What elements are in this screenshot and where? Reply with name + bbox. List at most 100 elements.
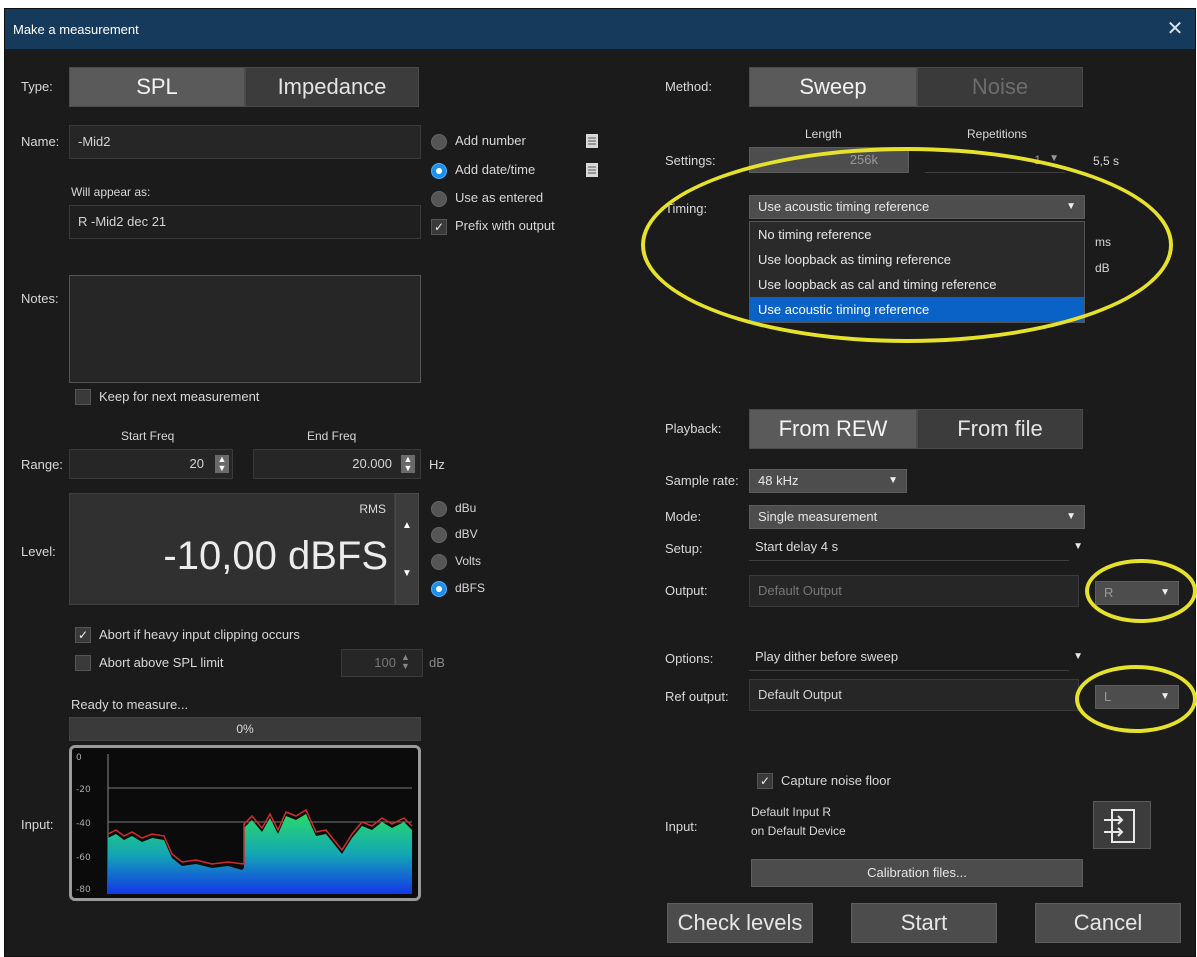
repetitions-select[interactable]: 1 ▼ (925, 147, 1065, 173)
add-datetime-radio[interactable] (431, 163, 447, 179)
add-number-radio[interactable] (431, 134, 447, 150)
will-appear-value: R -Mid2 dec 21 (69, 205, 421, 239)
length-dropdown[interactable]: 256k (749, 147, 909, 173)
chevron-down-icon: ▼ (1073, 651, 1083, 662)
unit-dbfs-radio[interactable] (431, 581, 447, 597)
add-number-label: Add number (455, 133, 526, 148)
input-switch-icon (1104, 809, 1135, 843)
method-sweep-button[interactable]: Sweep (749, 67, 917, 107)
level-display[interactable]: RMS -10,00 dBFS (69, 493, 395, 605)
input-select-button[interactable] (1093, 801, 1151, 849)
level-down-icon[interactable]: ▼ (402, 568, 412, 579)
timing-label: Timing: (665, 201, 708, 216)
repetitions-label: Repetitions (967, 127, 1028, 141)
meter-tick: -60 (76, 853, 91, 863)
name-input[interactable]: -Mid2 (69, 125, 421, 159)
duration-text: 5,5 s (1093, 154, 1120, 168)
chevron-down-icon: ▼ (1073, 541, 1083, 552)
start-button[interactable]: Start (851, 903, 997, 943)
ref-output-channel-dropdown[interactable]: L ▼ (1095, 685, 1179, 709)
prefix-output-label: Prefix with output (455, 218, 555, 233)
setup-label: Setup: (665, 541, 703, 556)
setup-select[interactable]: Start delay 4 s ▼ (749, 535, 1083, 561)
ref-output-channel-value: L (1104, 689, 1112, 704)
meter-tick: -40 (76, 819, 91, 829)
capture-noise-checkbox[interactable]: ✓ (757, 773, 773, 789)
notes-textarea[interactable] (69, 275, 421, 383)
type-spl-button[interactable]: SPL (69, 67, 245, 107)
close-icon[interactable]: ✕ (1163, 17, 1187, 41)
end-freq-spinner[interactable]: ▲ ▼ (401, 455, 415, 473)
timing-option[interactable]: Use loopback as timing reference (750, 247, 1084, 272)
type-impedance-button[interactable]: Impedance (245, 67, 419, 107)
method-noise-button[interactable]: Noise (917, 67, 1083, 107)
document-icon[interactable] (585, 162, 599, 178)
prefix-output-checkbox[interactable]: ✓ (431, 219, 447, 235)
notes-label: Notes: (21, 291, 59, 306)
options-select[interactable]: Play dither before sweep ▼ (749, 645, 1083, 671)
spl-limit-spinner[interactable]: ▲ ▼ (401, 653, 410, 671)
add-datetime-label: Add date/time (455, 162, 536, 177)
document-icon[interactable] (585, 133, 599, 149)
cancel-button[interactable]: Cancel (1035, 903, 1181, 943)
start-freq-input[interactable]: 20 (69, 449, 233, 479)
ref-output-label: Ref output: (665, 689, 729, 704)
sample-rate-value: 48 kHz (758, 473, 799, 488)
unit-dbv-label: dBV (455, 527, 478, 541)
keep-notes-checkbox[interactable] (75, 389, 91, 405)
meter-tick: 0 (76, 753, 82, 763)
unit-dbfs-label: dBFS (455, 581, 486, 595)
mode-dropdown[interactable]: Single measurement ▼ (749, 505, 1085, 529)
chevron-down-icon: ▼ (1066, 511, 1076, 522)
end-freq-input[interactable]: 20.000 (253, 449, 421, 479)
output-channel-value: R (1104, 585, 1114, 600)
timing-option[interactable]: Use loopback as cal and timing reference (750, 272, 1084, 297)
spl-limit-input[interactable]: 100 (341, 649, 423, 677)
options-label: Options: (665, 651, 714, 666)
abort-spl-label: Abort above SPL limit (99, 655, 224, 670)
sample-rate-dropdown[interactable]: 48 kHz ▼ (749, 469, 907, 493)
level-value: -10,00 dBFS (163, 534, 388, 578)
meter-tick: -20 (76, 785, 91, 795)
use-as-entered-label: Use as entered (455, 190, 544, 205)
abort-spl-checkbox[interactable] (75, 655, 91, 671)
input-label: Input: (21, 817, 54, 832)
spl-db-unit: dB (429, 655, 445, 670)
output-label: Output: (665, 583, 708, 598)
output-channel-dropdown[interactable]: R ▼ (1095, 581, 1179, 605)
keep-notes-label: Keep for next measurement (99, 389, 260, 404)
level-spinner[interactable]: ▲ ▼ (395, 493, 419, 605)
level-up-icon[interactable]: ▲ (402, 520, 412, 531)
playback-from-file-button[interactable]: From file (917, 409, 1083, 449)
unit-volts-label: Volts (455, 554, 482, 568)
mode-value: Single measurement (758, 509, 878, 524)
setup-value: Start delay 4 s (755, 539, 839, 554)
repetitions-value: 1 (1034, 153, 1041, 167)
timing-dropdown[interactable]: Use acoustic timing reference ▼ (749, 195, 1085, 219)
input-meter: 0 -20 -40 -60 -80 (69, 745, 421, 901)
start-freq-spinner[interactable]: ▲ ▼ (215, 455, 229, 473)
timing-option[interactable]: No timing reference (750, 222, 1084, 247)
settings-label: Settings: (665, 153, 716, 168)
input-device-line2: on Default Device (751, 824, 846, 838)
calibration-files-button[interactable]: Calibration files... (751, 859, 1083, 887)
capture-noise-label: Capture noise floor (781, 773, 891, 788)
abort-clipping-checkbox[interactable]: ✓ (75, 627, 91, 643)
check-levels-button[interactable]: Check levels (667, 903, 813, 943)
chevron-down-icon: ▼ (1049, 153, 1059, 164)
sample-rate-label: Sample rate: (665, 473, 739, 488)
ref-output-device-field[interactable]: Default Output (749, 679, 1079, 711)
timing-option-selected[interactable]: Use acoustic timing reference (750, 297, 1084, 322)
unit-dbv-radio[interactable] (431, 527, 447, 543)
output-device-field[interactable]: Default Output (749, 575, 1079, 607)
playback-from-rew-button[interactable]: From REW (749, 409, 917, 449)
unit-volts-radio[interactable] (431, 554, 447, 570)
will-appear-label: Will appear as: (71, 185, 151, 199)
mode-label: Mode: (665, 509, 702, 524)
use-as-entered-radio[interactable] (431, 191, 447, 207)
unit-dbu-radio[interactable] (431, 501, 447, 517)
ms-unit: ms (1095, 235, 1111, 249)
title-bar: Make a measurement ✕ (5, 9, 1195, 49)
end-freq-label: End Freq (307, 429, 357, 443)
input-device-line1: Default Input R (751, 805, 832, 819)
